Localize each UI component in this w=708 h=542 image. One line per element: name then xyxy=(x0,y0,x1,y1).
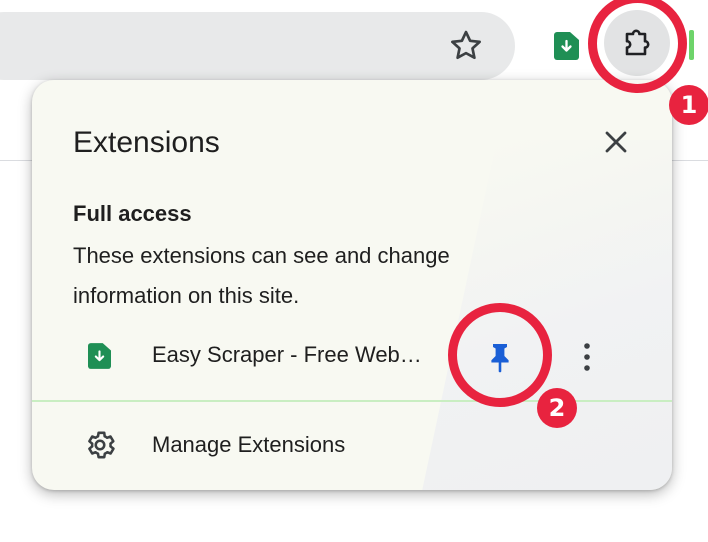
step-badge-2: 2 xyxy=(537,388,577,428)
more-vert-icon[interactable] xyxy=(572,337,602,377)
step-badge-1: 1 xyxy=(669,85,708,125)
popup-title: Extensions xyxy=(73,126,220,159)
toolbar-overflow-edge xyxy=(689,30,694,60)
puzzle-icon xyxy=(625,29,650,56)
close-icon[interactable] xyxy=(598,124,634,160)
section-description: These extensions can see and change info… xyxy=(73,243,450,308)
star-icon[interactable] xyxy=(447,27,485,65)
manage-extensions-row[interactable]: Manage Extensions xyxy=(32,415,672,475)
section-heading: Full access xyxy=(73,201,192,226)
extensions-popup: Extensions Full access These extensions … xyxy=(32,80,672,490)
extensions-menu-button[interactable] xyxy=(604,10,670,76)
extension-row[interactable]: Easy Scraper - Free Web… xyxy=(32,320,672,390)
browser-window: Extensions Full access These extensions … xyxy=(0,0,708,542)
easy-scraper-icon[interactable] xyxy=(554,32,579,60)
manage-extensions-label: Manage Extensions xyxy=(152,432,346,457)
pin-icon[interactable] xyxy=(479,335,521,377)
easy-scraper-icon xyxy=(88,343,111,369)
gear-icon xyxy=(88,431,115,459)
extension-name: Easy Scraper - Free Web… xyxy=(152,342,422,367)
address-bar[interactable] xyxy=(0,12,515,80)
